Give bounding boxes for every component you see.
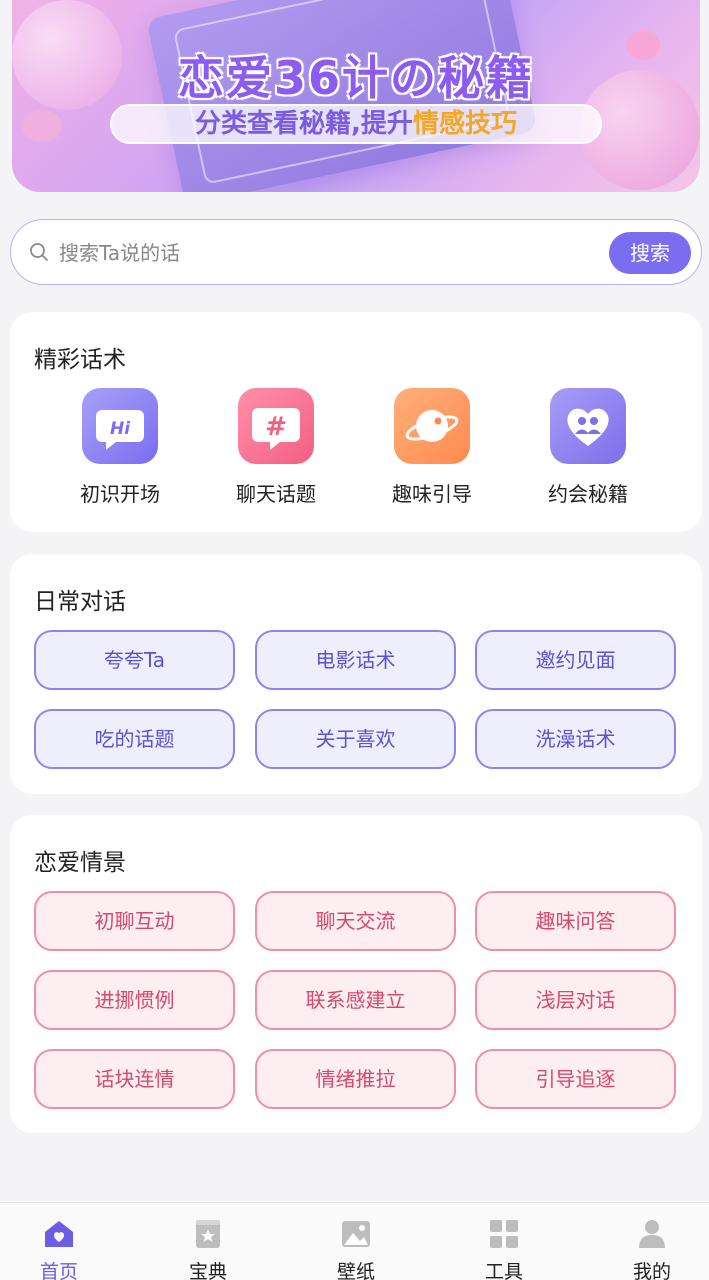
topic-chip[interactable]: 邀约见面 xyxy=(475,630,676,690)
scenario-chip[interactable]: 聊天交流 xyxy=(255,891,456,951)
nav-label: 我的 xyxy=(632,1261,671,1280)
svg-text:#: # xyxy=(265,412,287,442)
section-title: 精彩话术 xyxy=(34,347,126,373)
home-icon xyxy=(45,1221,73,1247)
feature-chat-topics[interactable]: # 聊天话题 xyxy=(216,388,336,507)
grid-icon xyxy=(490,1220,518,1248)
search-input[interactable] xyxy=(59,234,599,272)
promo-banner[interactable]: 恋爱36计の秘籍 分类查看秘籍,提升情感技巧 xyxy=(12,0,700,192)
feature-label: 初识开场 xyxy=(80,482,160,506)
love-scenarios-card: 恋爱情景 初聊互动 聊天交流 趣味问答 进挪惯例 联系感建立 浅层对话 话块连情… xyxy=(10,815,702,1133)
scenario-chip[interactable]: 话块连情 xyxy=(34,1049,235,1109)
hashtag-icon: # xyxy=(238,388,314,464)
section-title: 恋爱情景 xyxy=(34,850,126,876)
feature-label: 趣味引导 xyxy=(392,482,472,506)
feature-opening[interactable]: Hi 初识开场 xyxy=(60,388,180,507)
topic-chip[interactable]: 关于喜欢 xyxy=(255,709,456,769)
search-button[interactable]: 搜索 xyxy=(609,232,691,274)
hi-bubble-icon: Hi xyxy=(82,388,158,464)
nav-item-profile[interactable]: 我的 xyxy=(612,1219,692,1280)
scenario-chip[interactable]: 浅层对话 xyxy=(475,970,676,1030)
book-icon xyxy=(196,1220,220,1248)
topic-chip[interactable]: 夸夸Ta xyxy=(34,630,235,690)
nav-label: 宝典 xyxy=(188,1261,227,1280)
feature-label: 聊天话题 xyxy=(236,482,316,506)
svg-text:Hi: Hi xyxy=(110,419,131,439)
nav-label: 壁纸 xyxy=(336,1261,375,1280)
daily-conversation-card: 日常对话 夸夸Ta 电影话术 邀约见面 吃的话题 关于喜欢 洗澡话术 xyxy=(10,554,702,794)
nav-item-wallpaper[interactable]: 壁纸 xyxy=(316,1219,396,1280)
scenario-chip[interactable]: 进挪惯例 xyxy=(34,970,235,1030)
nav-item-guide[interactable]: 宝典 xyxy=(168,1219,248,1280)
topic-chip[interactable]: 洗澡话术 xyxy=(475,709,676,769)
heart-balloon-decoration xyxy=(22,110,62,142)
nav-item-tools[interactable]: 工具 xyxy=(464,1219,544,1280)
scenario-chip[interactable]: 初聊互动 xyxy=(34,891,235,951)
topic-chip[interactable]: 吃的话题 xyxy=(34,709,235,769)
banner-subtitle: 分类查看秘籍,提升情感技巧 xyxy=(110,104,602,144)
image-icon xyxy=(342,1221,370,1247)
banner-title: 恋爱36计の秘籍 xyxy=(177,51,534,105)
person-icon xyxy=(639,1220,665,1248)
topic-chip[interactable]: 电影话术 xyxy=(255,630,456,690)
scenario-chip[interactable]: 联系感建立 xyxy=(255,970,456,1030)
scenario-chip[interactable]: 情绪推拉 xyxy=(255,1049,456,1109)
bottom-nav: 首页 宝典 壁纸 工具 我的 xyxy=(0,1202,709,1280)
featured-scripts-card: 精彩话术 Hi 初识开场 # 聊天话题 趣味引导 约会秘籍 xyxy=(10,312,702,532)
feature-fun-guide[interactable]: 趣味引导 xyxy=(372,388,492,507)
feature-label: 约会秘籍 xyxy=(548,482,628,506)
nav-label: 工具 xyxy=(484,1261,523,1280)
search-icon xyxy=(30,243,48,261)
heart-couple-icon xyxy=(550,388,626,464)
scenario-chip[interactable]: 引导追逐 xyxy=(475,1049,676,1109)
section-title: 日常对话 xyxy=(34,589,126,615)
scenario-chip[interactable]: 趣味问答 xyxy=(475,891,676,951)
planet-icon xyxy=(394,388,470,464)
nav-label: 首页 xyxy=(39,1261,78,1280)
nav-item-home[interactable]: 首页 xyxy=(19,1219,99,1280)
search-bar: 搜索 xyxy=(10,219,702,285)
feature-dating-tips[interactable]: 约会秘籍 xyxy=(528,388,648,507)
